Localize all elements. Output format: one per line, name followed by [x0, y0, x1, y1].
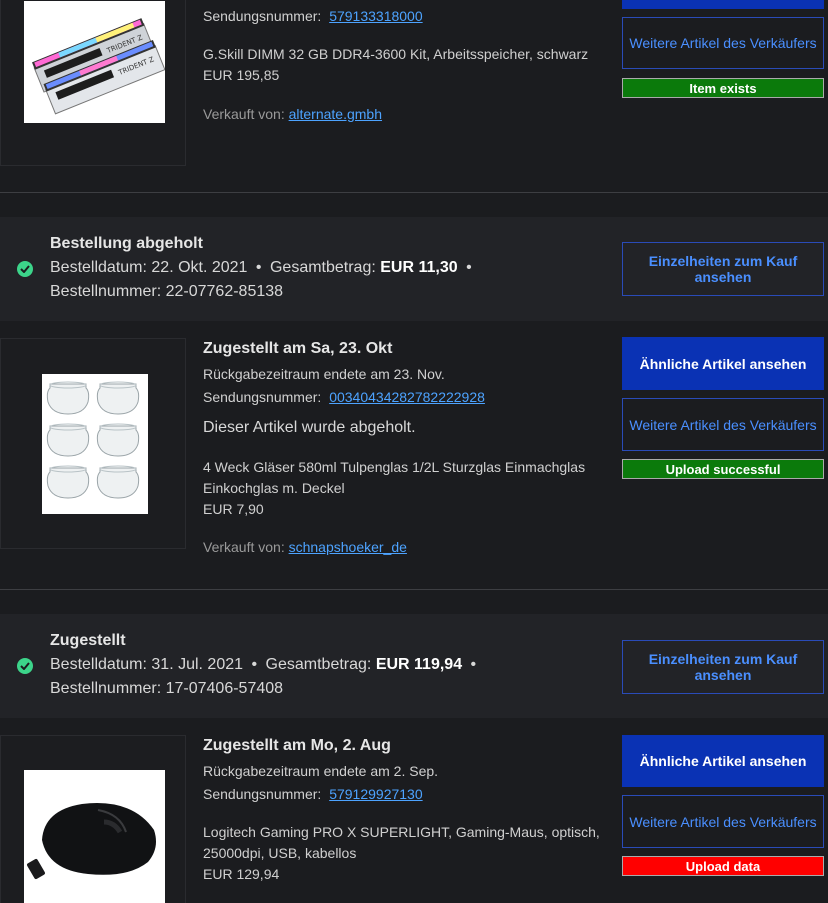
- order-status-title: Bestellung abgeholt: [50, 235, 203, 252]
- order-date: 22. Okt. 2021: [151, 259, 248, 276]
- more-from-seller-button[interactable]: Weitere Artikel des Verkäufers: [622, 17, 824, 69]
- separator: •: [470, 656, 477, 673]
- status-badge: Upload data: [622, 856, 824, 876]
- check-circle-icon: [17, 658, 33, 674]
- product-title-line1[interactable]: Logitech Gaming PRO X SUPERLIGHT, Gaming…: [203, 824, 600, 840]
- order-number: 17-07406-57408: [165, 680, 284, 697]
- tracking-number-link[interactable]: 579129927130: [329, 786, 422, 802]
- tracking-row: Sendungsnummer: 579129927130: [203, 786, 423, 802]
- product-title-line2[interactable]: 25000dpi, USB, kabellos: [203, 845, 356, 861]
- more-from-seller-button[interactable]: Weitere Artikel des Verkäufers: [622, 795, 824, 848]
- product-title[interactable]: G.Skill DIMM 32 GB DDR4-3600 Kit, Arbeit…: [203, 46, 588, 62]
- order-meta: Bestelldatum: 22. Okt. 2021 • Gesamtbetr…: [50, 259, 472, 277]
- product-image-ram[interactable]: TRIDENT Z TRIDENT Z: [24, 1, 165, 123]
- product-price: EUR 129,94: [203, 866, 280, 882]
- product-image-frame: [0, 735, 186, 903]
- seller-row: Verkauft von: schnapshoeker_de: [203, 539, 407, 555]
- delivery-status: Zugestellt am Sa, 23. Okt: [203, 340, 393, 357]
- tracking-row: Sendungsnummer: 579133318000: [203, 8, 423, 24]
- separator: •: [466, 259, 472, 276]
- separator: •: [251, 656, 258, 673]
- order-details-button[interactable]: Einzelheiten zum Kauf ansehen: [622, 640, 824, 694]
- tracking-number-link[interactable]: 00340434282782222928: [329, 389, 485, 405]
- order-divider: [0, 589, 828, 590]
- order-number: 22-07762-85138: [165, 283, 284, 300]
- separator: •: [255, 259, 262, 276]
- order-date-label: Bestelldatum:: [50, 656, 147, 673]
- similar-items-button[interactable]: Ähnliche Artikel ansehen: [622, 337, 824, 390]
- return-note: Rückgabezeitraum endete am 23. Nov.: [203, 366, 445, 382]
- order-meta: Bestelldatum: 31. Jul. 2021 • Gesamtbetr…: [50, 656, 476, 674]
- tracking-label: Sendungsnummer:: [203, 8, 322, 24]
- order-number-row: Bestellnummer: 22-07762-85138: [50, 283, 283, 301]
- order-date: 31. Jul. 2021: [151, 656, 244, 673]
- product-image-mouse[interactable]: [24, 770, 165, 903]
- product-price: EUR 7,90: [203, 501, 264, 517]
- tracking-number-link[interactable]: 579133318000: [329, 8, 422, 24]
- seller-label: Verkauft von:: [203, 106, 285, 122]
- order-date-label: Bestelldatum:: [50, 259, 147, 276]
- order-divider: [0, 192, 828, 193]
- seller-link[interactable]: alternate.gmbh: [289, 106, 382, 122]
- similar-items-button[interactable]: Ähnliche Artikel ansehen: [622, 735, 824, 787]
- order-details-button[interactable]: Einzelheiten zum Kauf ansehen: [622, 242, 824, 296]
- similar-items-button-top[interactable]: [622, 0, 824, 9]
- order-number-label: Bestellnummer:: [50, 283, 162, 300]
- return-note: Rückgabezeitraum endete am 2. Sep.: [203, 763, 439, 779]
- product-title-line1[interactable]: 4 Weck Gläser 580ml Tulpenglas 1/2L Stur…: [203, 459, 585, 475]
- more-from-seller-button[interactable]: Weitere Artikel des Verkäufers: [622, 398, 824, 451]
- product-image-frame: TRIDENT Z TRIDENT Z: [0, 0, 186, 166]
- product-title-line2[interactable]: Einkochglas m. Deckel: [203, 480, 345, 496]
- order-total: EUR 119,94: [375, 656, 463, 673]
- product-image-frame: [0, 338, 186, 549]
- delivery-status: Zugestellt am Mo, 2. Aug: [203, 737, 391, 754]
- seller-label: Verkauft von:: [203, 539, 285, 555]
- order-status-title: Zugestellt: [50, 632, 126, 649]
- product-price: EUR 195,85: [203, 67, 280, 83]
- status-badge: Item exists: [622, 78, 824, 98]
- order-total-label: Gesamtbetrag:: [269, 259, 376, 276]
- tracking-row: Sendungsnummer: 00340434282782222928: [203, 389, 485, 405]
- seller-link[interactable]: schnapshoeker_de: [289, 539, 407, 555]
- check-circle-icon: [17, 261, 33, 277]
- status-badge: Upload successful: [622, 459, 824, 479]
- order-total-label: Gesamtbetrag:: [265, 656, 372, 673]
- order-number-label: Bestellnummer:: [50, 680, 162, 697]
- tracking-label: Sendungsnummer:: [203, 389, 322, 405]
- seller-row: Verkauft von: alternate.gmbh: [203, 106, 382, 122]
- order-number-row: Bestellnummer: 17-07406-57408: [50, 680, 283, 698]
- order-total: EUR 11,30: [380, 259, 458, 276]
- pickup-note: Dieser Artikel wurde abgeholt.: [203, 419, 416, 436]
- tracking-label: Sendungsnummer:: [203, 786, 322, 802]
- product-image-jars[interactable]: [42, 374, 148, 514]
